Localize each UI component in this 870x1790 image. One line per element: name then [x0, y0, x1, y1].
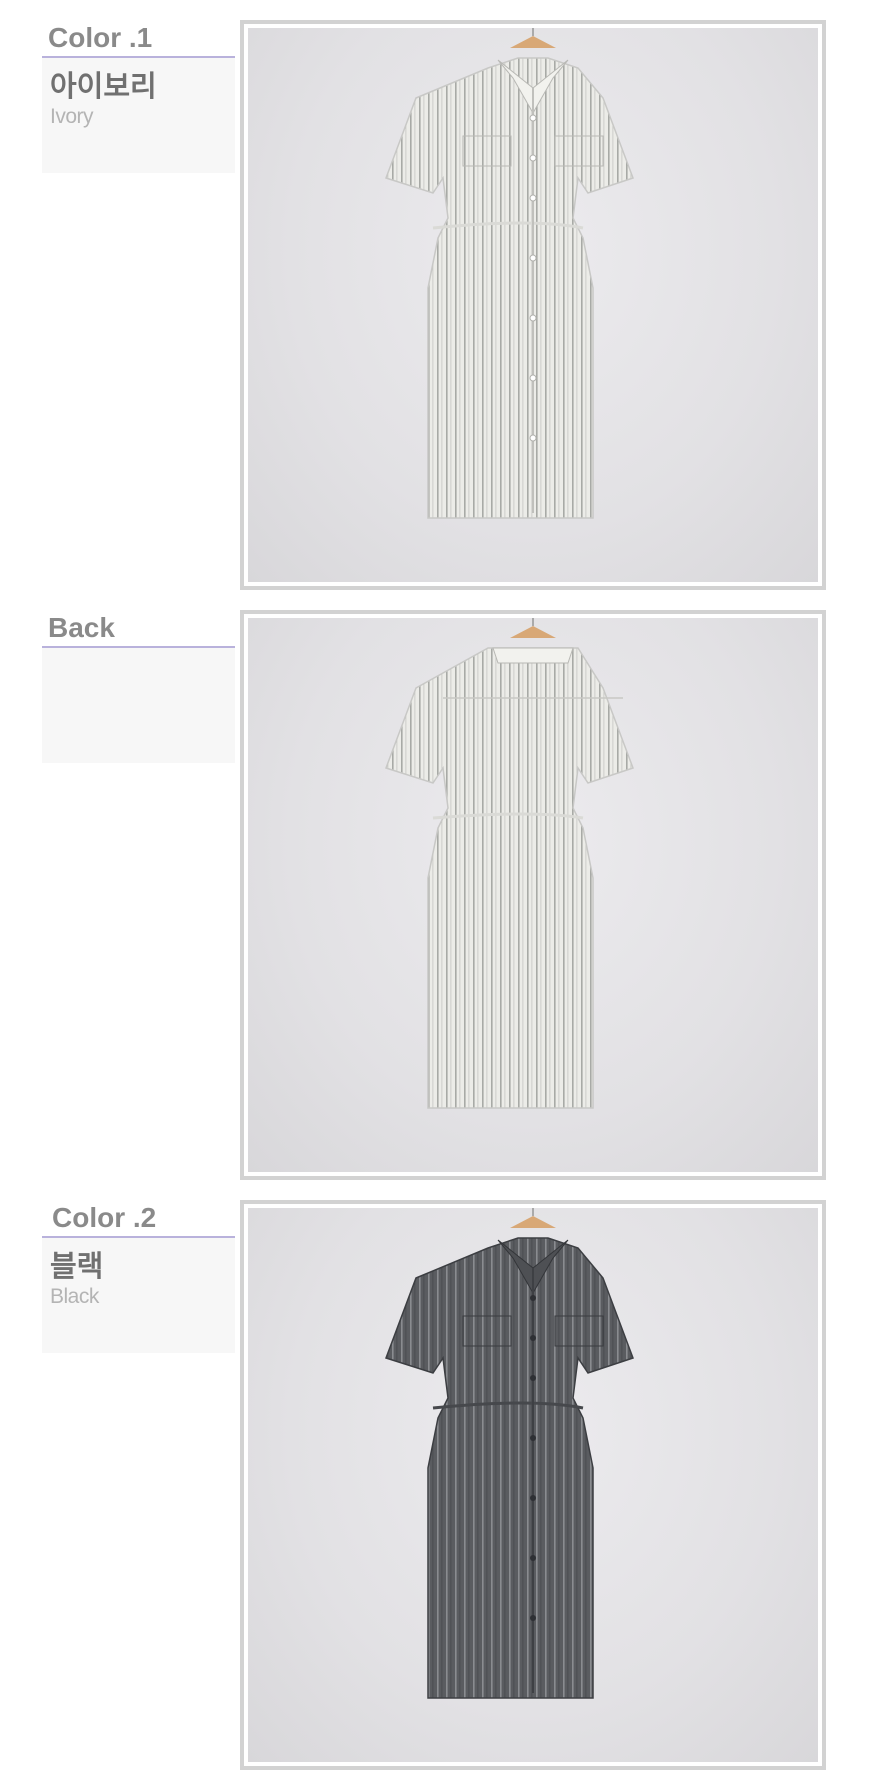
- color-label-block: Back: [42, 610, 235, 763]
- ivory-dress-back-image: [248, 618, 818, 1172]
- dress-illustration: [385, 618, 634, 1109]
- color-2-section: Color .2 블랙 Black: [0, 1200, 870, 1770]
- back-section: Back: [0, 610, 870, 1180]
- color-label-block: Color .1 아이보리 Ivory: [42, 20, 235, 173]
- product-photo-frame: [240, 20, 826, 590]
- color-name-english: Black: [50, 1285, 99, 1308]
- dress-shape: [385, 57, 634, 519]
- color-name-box: [42, 648, 235, 763]
- hanger-icon: [510, 1216, 556, 1228]
- product-photo-frame: [240, 610, 826, 1180]
- dress-illustration: [385, 1208, 634, 1699]
- color-name-english: Ivory: [50, 105, 94, 128]
- product-photo-frame: [240, 1200, 826, 1770]
- color-1-section: Color .1 아이보리 Ivory: [0, 20, 870, 590]
- hanger-icon: [510, 36, 556, 48]
- dress-illustration: [385, 28, 634, 519]
- color-name-korean: 블랙: [50, 1251, 104, 1283]
- black-dress-front-image: [248, 1208, 818, 1762]
- hanger-icon: [510, 626, 556, 638]
- ivory-dress-front-image: [248, 28, 818, 582]
- section-title: Color .2: [42, 1200, 235, 1238]
- dress-shape: [385, 1237, 634, 1699]
- dress-shape: [385, 647, 634, 1109]
- color-name-korean: 아이보리: [50, 71, 157, 103]
- color-label-block: Color .2 블랙 Black: [42, 1200, 235, 1353]
- section-title: Back: [42, 610, 235, 648]
- color-name-box: 아이보리 Ivory: [42, 58, 235, 173]
- color-name-box: 블랙 Black: [42, 1238, 235, 1353]
- section-title: Color .1: [42, 20, 235, 58]
